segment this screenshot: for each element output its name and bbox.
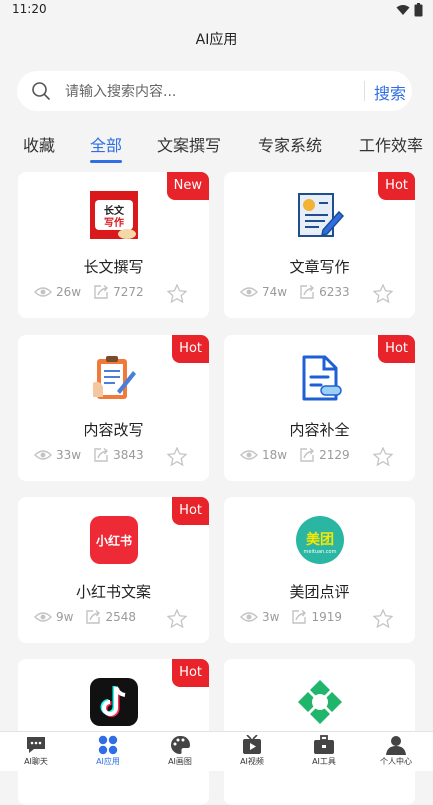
card-stats: 9w 2548: [34, 609, 148, 625]
uses-count: 6233: [319, 285, 350, 299]
nav-ai-tools[interactable]: AI工具: [288, 735, 360, 767]
document-complete-icon: [302, 355, 342, 401]
card-title: 小红书文案: [75, 583, 151, 601]
card-title: 内容补全: [289, 421, 350, 439]
star-icon[interactable]: [167, 609, 187, 628]
svg-text:小红书: 小红书: [96, 533, 132, 548]
douyin-icon: [90, 678, 138, 726]
views-count: 9w: [56, 610, 74, 624]
eye-icon: [240, 612, 258, 622]
nav-ai-apps[interactable]: AI应用: [72, 735, 144, 767]
app-card-meituan[interactable]: 美团 meituan.com 美团点评 3w 1919: [224, 497, 415, 643]
card-title: 文章写作: [289, 258, 350, 276]
article-writing-icon: [298, 193, 345, 237]
views-stat: 26w: [34, 285, 81, 299]
nav-label: AI工具: [312, 757, 336, 766]
app-card-long-text[interactable]: New 长文 写作 长文撰写 26w 7272: [18, 172, 209, 318]
eye-icon: [34, 287, 52, 297]
nav-label: 个人中心: [380, 757, 412, 766]
chat-icon: [27, 737, 45, 753]
meituan-icon: 美团 meituan.com: [296, 516, 344, 564]
bottom-nav: AI聊天 AI应用 AI画图 AI视频 AI工具 个人中心: [0, 731, 433, 771]
nav-label: AI画图: [168, 757, 192, 766]
uses-count: 7272: [113, 285, 144, 299]
svg-text:写作: 写作: [104, 216, 124, 229]
nav-label: AI视频: [240, 757, 264, 766]
nav-label: AI应用: [96, 757, 120, 766]
nav-ai-video[interactable]: AI视频: [216, 735, 288, 767]
card-title: 内容改写: [83, 421, 144, 439]
clipboard-edit-icon: [93, 356, 136, 399]
uses-stat: 6233: [299, 284, 350, 300]
nav-label: AI聊天: [24, 757, 48, 766]
card-stats: 33w 3843: [34, 447, 156, 463]
uses-count: 2548: [105, 610, 136, 624]
app-card-xiaohongshu[interactable]: Hot 小红书 小红书文案 9w 2548: [18, 497, 209, 643]
uses-count: 3843: [113, 448, 144, 462]
svg-text:meituan.com: meituan.com: [304, 549, 337, 555]
share-icon: [94, 284, 109, 299]
views-count: 26w: [56, 285, 82, 299]
hot-badge: Hot: [378, 172, 415, 200]
user-icon: [386, 736, 406, 755]
xiaohongshu-icon: 小红书: [90, 516, 138, 564]
card-stats: 26w 7272: [34, 284, 156, 300]
card-stats: 74w 6233: [240, 284, 362, 300]
uses-stat: 1919: [291, 609, 342, 625]
nav-profile[interactable]: 个人中心: [360, 735, 432, 767]
star-icon[interactable]: [373, 284, 393, 303]
card-stats: 3w 1919: [240, 609, 354, 625]
views-count: 3w: [262, 610, 280, 624]
toolbox-icon: [314, 735, 334, 754]
video-icon: [243, 735, 261, 754]
uses-count: 1919: [311, 610, 342, 624]
views-stat: 9w: [34, 610, 73, 624]
star-icon[interactable]: [373, 447, 393, 466]
views-count: 18w: [262, 448, 288, 462]
views-count: 33w: [56, 448, 82, 462]
hot-badge: Hot: [172, 335, 209, 363]
uses-stat: 2129: [299, 447, 350, 463]
new-badge: New: [166, 172, 209, 200]
card-title: 长文撰写: [83, 258, 144, 276]
views-stat: 33w: [34, 448, 81, 462]
star-icon[interactable]: [373, 609, 393, 628]
star-icon[interactable]: [167, 447, 187, 466]
hot-badge: Hot: [172, 497, 209, 525]
views-stat: 74w: [240, 285, 287, 299]
eye-icon: [240, 450, 258, 460]
apps-icon: [98, 735, 118, 755]
app-card-content-rewrite[interactable]: Hot 内容改写 33w 3843: [18, 335, 209, 481]
uses-count: 2129: [319, 448, 350, 462]
views-count: 74w: [262, 285, 288, 299]
svg-text:美团: 美团: [306, 531, 334, 548]
app-card-article-writing[interactable]: Hot 文章写作 74w 6233: [224, 172, 415, 318]
share-icon: [292, 609, 307, 624]
hot-badge: Hot: [172, 659, 209, 687]
svg-text:长文: 长文: [104, 204, 125, 217]
app-card-content-complete[interactable]: Hot 内容补全 18w 2129: [224, 335, 415, 481]
share-icon: [300, 447, 315, 462]
card-stats: 18w 2129: [240, 447, 362, 463]
star-icon[interactable]: [167, 284, 187, 303]
card-title: 美团点评: [289, 583, 350, 601]
share-icon: [94, 447, 109, 462]
palette-icon: [171, 735, 191, 754]
app-grid: New 长文 写作 长文撰写 26w 7272 Hot 文章写作 74w 623…: [0, 0, 433, 805]
nav-ai-chat[interactable]: AI聊天: [0, 735, 72, 767]
eye-icon: [34, 612, 52, 622]
views-stat: 3w: [240, 610, 279, 624]
share-icon: [300, 284, 315, 299]
eye-icon: [34, 450, 52, 460]
uses-stat: 3843: [93, 447, 144, 463]
long-text-icon: 长文 写作: [90, 191, 138, 239]
green-logo-icon: [298, 680, 342, 724]
hot-badge: Hot: [378, 335, 415, 363]
uses-stat: 7272: [93, 284, 144, 300]
uses-stat: 2548: [85, 609, 136, 625]
nav-ai-drawing[interactable]: AI画图: [144, 735, 216, 767]
eye-icon: [240, 287, 258, 297]
share-icon: [86, 609, 101, 624]
views-stat: 18w: [240, 448, 287, 462]
